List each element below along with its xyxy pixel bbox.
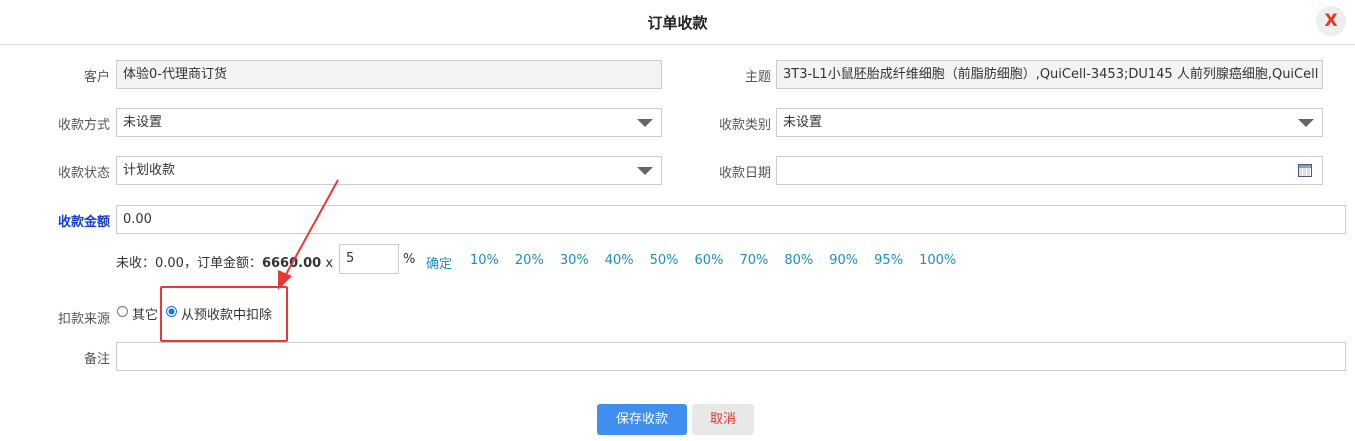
radio-other[interactable] <box>117 306 128 317</box>
pay-category-label: 收款类别 <box>718 118 771 133</box>
remark-label: 备注 <box>83 352 110 367</box>
chevron-down-icon <box>1298 119 1314 127</box>
pay-category-select[interactable]: 未设置 <box>776 108 1323 137</box>
percent-link[interactable]: 95% <box>874 253 903 268</box>
annotation-arrow <box>278 179 339 290</box>
customer-field[interactable]: 体验0-代理商订货 <box>116 60 662 89</box>
pay-status-value: 计划收款 <box>123 163 176 178</box>
pay-method-label: 收款方式 <box>57 118 110 133</box>
dialog-title: 订单收款 <box>647 14 708 32</box>
subject-label: 主题 <box>744 70 771 85</box>
cancel-button[interactable]: 取消 <box>692 404 754 435</box>
deduct-source-label: 扣款来源 <box>57 312 110 327</box>
percent-link[interactable]: 70% <box>739 253 768 268</box>
pay-category-value: 未设置 <box>783 115 823 130</box>
percent-link[interactable]: 20% <box>515 253 544 268</box>
customer-label: 客户 <box>83 70 110 85</box>
pay-date-field[interactable] <box>776 156 1323 185</box>
pay-status-select[interactable]: 计划收款 <box>116 156 662 185</box>
calendar-icon[interactable] <box>1298 164 1312 177</box>
confirm-percent-link[interactable]: 确定 <box>426 253 452 272</box>
header-divider <box>0 44 1355 45</box>
pay-method-value: 未设置 <box>123 115 163 130</box>
chevron-down-icon <box>637 119 653 127</box>
pay-date-label: 收款日期 <box>718 166 771 181</box>
percent-link[interactable]: 60% <box>695 253 724 268</box>
amount-label: 收款金额 <box>57 215 110 230</box>
percent-link[interactable]: 50% <box>650 253 679 268</box>
percent-link[interactable]: 30% <box>560 253 589 268</box>
percent-link[interactable]: 40% <box>605 253 634 268</box>
percent-link[interactable]: 10% <box>470 253 499 268</box>
close-button[interactable]: X <box>1316 6 1346 36</box>
radio-other-label[interactable]: 其它 <box>132 304 158 323</box>
highlight-box <box>160 286 288 342</box>
pay-method-select[interactable]: 未设置 <box>116 108 662 137</box>
remark-input[interactable] <box>116 342 1346 371</box>
percent-link[interactable]: 90% <box>829 253 858 268</box>
subject-field[interactable]: 3T3-L1小鼠胚胎成纤维细胞（前脂肪细胞）,QuiCell-3453;DU14… <box>776 60 1323 89</box>
save-button[interactable]: 保存收款 <box>597 404 687 435</box>
chevron-down-icon <box>637 167 653 175</box>
percent-sign: % <box>403 252 416 267</box>
percent-link[interactable]: 100% <box>919 253 956 268</box>
pay-status-label: 收款状态 <box>57 166 110 181</box>
percent-link[interactable]: 80% <box>784 253 813 268</box>
unpaid-text: 未收：0.00，订单金额： <box>116 256 262 271</box>
percent-shortcuts: 10% 20% 30% 40% 50% 60% 70% 80% 90% 95% 100% <box>470 253 956 268</box>
